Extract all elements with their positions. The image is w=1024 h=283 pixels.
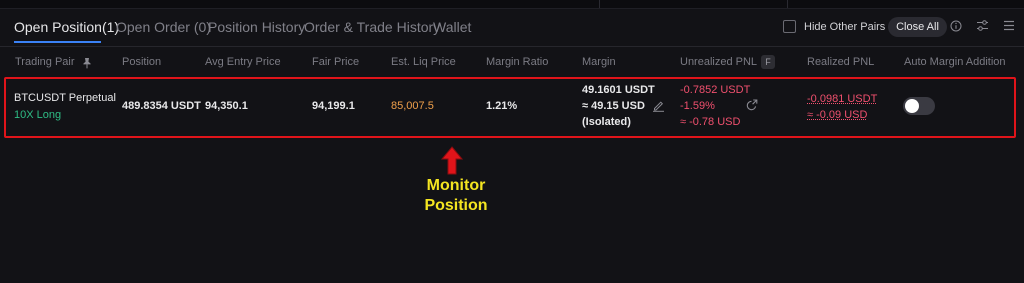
annotation-arrow-icon <box>440 146 464 175</box>
header-unrealized-pnl: Unrealized PNL F <box>680 55 776 69</box>
hide-other-pairs-toggle[interactable]: Hide Other Pairs <box>783 20 885 33</box>
header-est-liq-price: Est. Liq Price <box>391 56 456 68</box>
tab-open-position[interactable]: Open Position(1) <box>14 19 119 35</box>
cell-unrealized-pnl-usd: ≈ -0.78 USD <box>680 116 741 128</box>
share-pnl-icon[interactable] <box>745 99 758 112</box>
menu-icon[interactable] <box>1003 20 1015 31</box>
annotation-label-line2: Position <box>424 197 488 214</box>
header-margin: Margin <box>582 56 616 68</box>
strip-divider <box>599 0 600 8</box>
cell-realized-pnl-usdt[interactable]: -0.0981 USDT <box>807 93 877 105</box>
cell-margin-amount: 49.1601 USDT <box>582 84 655 96</box>
header-unrealized-pnl-label: Unrealized PNL <box>680 55 758 68</box>
toggle-knob <box>905 99 919 113</box>
strip-divider <box>787 0 788 8</box>
header-avg-entry-price: Avg Entry Price <box>205 56 281 68</box>
cell-margin-ratio: 1.21% <box>486 100 518 112</box>
header-auto-margin-addition: Auto Margin Addition <box>904 56 1006 68</box>
cell-unrealized-pnl-usdt: -0.7852 USDT <box>680 84 751 96</box>
table-header: Trading Pair Position Avg Entry Price Fa… <box>0 55 1024 72</box>
hide-other-pairs-checkbox[interactable] <box>783 20 796 33</box>
tab-order-trade-history[interactable]: Order & Trade History <box>304 19 440 35</box>
cell-avg-entry-price: 94,350.1 <box>205 100 248 112</box>
cell-margin-mode: (Isolated) <box>582 116 631 128</box>
pnl-mode-badge[interactable]: F <box>761 55 776 69</box>
edit-margin-icon[interactable] <box>652 99 665 112</box>
tab-wallet[interactable]: Wallet <box>433 19 471 35</box>
header-fair-price: Fair Price <box>312 56 360 68</box>
close-all-button[interactable]: Close All <box>888 17 947 37</box>
cell-est-liq-price: 85,007.5 <box>391 100 434 112</box>
cell-unrealized-pnl-percent: -1.59% <box>680 100 715 112</box>
header-position: Position <box>122 56 162 68</box>
active-tab-indicator <box>14 41 101 43</box>
pin-icon[interactable] <box>82 57 92 69</box>
cell-margin-usd: ≈ 49.15 USD <box>582 100 645 112</box>
cell-trading-pair[interactable]: BTCUSDT Perpetual <box>14 92 116 104</box>
auto-margin-toggle[interactable] <box>903 97 935 115</box>
position-tabs: Open Position(1) Open Order (0) Position… <box>0 8 1024 47</box>
cell-leverage-side: 10X Long <box>14 109 62 121</box>
annotation-label-line1: Monitor <box>426 177 486 194</box>
info-icon[interactable] <box>950 20 962 32</box>
header-realized-pnl: Realized PNL <box>807 56 875 68</box>
cell-realized-pnl-usd[interactable]: ≈ -0.09 USD <box>807 109 867 121</box>
header-margin-ratio: Margin Ratio <box>486 56 549 68</box>
tab-position-history[interactable]: Position History <box>208 19 305 35</box>
cell-fair-price: 94,199.1 <box>312 100 355 112</box>
annotation-label: Monitor Position <box>415 176 497 216</box>
hide-other-pairs-label: Hide Other Pairs <box>804 20 886 33</box>
cell-position: 489.8354 USDT <box>122 100 201 112</box>
header-trading-pair[interactable]: Trading Pair <box>15 56 75 68</box>
tab-open-order[interactable]: Open Order (0) <box>116 19 211 35</box>
settings-sliders-icon[interactable] <box>976 19 989 32</box>
